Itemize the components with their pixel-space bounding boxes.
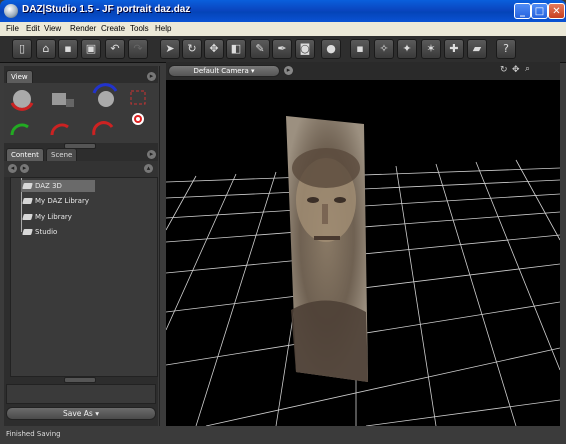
maximize-button[interactable]: □ <box>531 3 548 19</box>
orbit-view-icon[interactable] <box>92 83 118 107</box>
save-as-icon[interactable]: ▣ <box>81 39 101 59</box>
forward-arrow-icon[interactable]: ▸ <box>20 164 29 173</box>
menu-file[interactable]: File <box>6 24 19 33</box>
sphere-icon[interactable]: ● <box>321 39 341 59</box>
view-tab-row: View ▸ <box>4 70 158 83</box>
view-controls-svg <box>10 83 146 136</box>
undo-icon[interactable]: ↶ <box>105 39 125 59</box>
viewport-options-icon[interactable]: ▸ <box>284 66 293 75</box>
dolly-view-icon[interactable] <box>50 123 69 136</box>
camera-label: Default Camera <box>193 67 249 75</box>
menu-view[interactable]: View <box>44 24 61 33</box>
menu-bar: File Edit View Render Create Tools Help <box>0 22 566 36</box>
add-primitive-icon[interactable]: ▪ <box>350 39 370 59</box>
tab-content[interactable]: Content <box>6 148 44 161</box>
content-tab-row: Content Scene ▸ <box>4 148 158 161</box>
content-tree: DAZ 3D My DAZ Library My Library Studio <box>10 177 158 377</box>
scene-svg <box>166 116 560 426</box>
menu-tools[interactable]: Tools <box>130 24 149 33</box>
tree-item-studio[interactable]: Studio <box>21 226 57 238</box>
splitter-grip[interactable] <box>64 377 96 383</box>
tab-view[interactable]: View <box>6 70 33 83</box>
pan-icon[interactable]: ✥ <box>512 65 520 75</box>
status-text: Finished Saving <box>6 430 61 438</box>
chevron-down-icon: ▾ <box>95 409 99 418</box>
app-icon <box>4 4 18 18</box>
chevron-down-icon: ▾ <box>251 67 255 75</box>
tree-item-label: DAZ 3D <box>35 182 62 190</box>
folder-icon <box>22 214 33 220</box>
back-arrow-icon[interactable]: ◂ <box>8 164 17 173</box>
folder-icon <box>22 183 33 189</box>
frame-view-icon[interactable] <box>130 90 146 105</box>
target-view-icon[interactable] <box>132 113 144 125</box>
toolbar: ▯ ⌂ ▪ ▣ ↶ ↷ ➤ ↻ ✥ ◧ ✎ ✒ ◙ ● ▪ ✧ ✦ ✶ ✚ ▰ … <box>0 36 566 63</box>
scale-icon[interactable]: ◧ <box>226 39 246 59</box>
rotate-icon[interactable]: ↻ <box>182 39 202 59</box>
tab-scene[interactable]: Scene <box>46 148 78 161</box>
distant-light-icon[interactable]: ✶ <box>421 39 441 59</box>
camera-select[interactable]: Default Camera ▾ <box>168 65 280 77</box>
new-icon[interactable]: ▯ <box>12 39 32 59</box>
select-icon[interactable]: ➤ <box>160 39 180 59</box>
view-pane <box>4 83 158 143</box>
content-preview-area <box>6 384 156 404</box>
bones-icon[interactable]: ✒ <box>272 39 292 59</box>
open-icon[interactable]: ⌂ <box>36 39 56 59</box>
menu-help[interactable]: Help <box>155 24 171 33</box>
panel-options-icon[interactable]: ▸ <box>147 150 156 159</box>
3d-viewport[interactable] <box>166 80 560 426</box>
node-select-icon[interactable]: ✎ <box>250 39 270 59</box>
status-bar: Finished Saving <box>0 426 566 444</box>
spotlight-icon[interactable]: ✧ <box>374 39 394 59</box>
close-button[interactable]: ✕ <box>548 3 565 19</box>
minimize-button[interactable]: _ <box>514 3 531 19</box>
tree-item-my-daz-library[interactable]: My DAZ Library <box>21 195 89 207</box>
zoom-icon[interactable]: ⌕ <box>525 64 530 74</box>
save-as-label: Save As <box>63 409 93 418</box>
menu-edit[interactable]: Edit <box>26 24 40 33</box>
orbit-icon[interactable]: ↻ <box>500 65 508 75</box>
rotate-view-icon[interactable] <box>10 90 34 111</box>
tree-item-label: Studio <box>35 228 58 236</box>
tree-item-label: My DAZ Library <box>35 197 89 205</box>
point-light-icon[interactable]: ✦ <box>397 39 417 59</box>
panel-splitter[interactable] <box>159 66 166 426</box>
content-nav: ◂ ▸ ▴ <box>4 161 158 177</box>
folder-icon <box>22 198 33 204</box>
up-folder-icon[interactable]: ▴ <box>144 164 153 173</box>
help-icon[interactable]: ? <box>496 39 516 59</box>
zoom-view-icon[interactable] <box>10 123 29 136</box>
menu-create[interactable]: Create <box>101 24 125 33</box>
tree-item-daz3d[interactable]: DAZ 3D <box>21 180 95 192</box>
window-title: DAZ|Studio 1.5 - JF portrait daz.daz <box>22 4 191 15</box>
portrait-plane[interactable] <box>286 116 368 382</box>
save-as-button[interactable]: Save As ▾ <box>6 407 156 420</box>
tree-item-label: My Library <box>35 213 72 221</box>
camera-icon[interactable]: ▰ <box>467 39 487 59</box>
redo-icon[interactable]: ↷ <box>128 39 148 59</box>
render-icon[interactable]: ◙ <box>295 39 315 59</box>
left-panel: View ▸ Content Scene ▸ ◂ ▸ ▴ DAZ 3D My D… <box>4 66 158 426</box>
menu-render[interactable]: Render <box>70 24 96 33</box>
viewport-header: Default Camera ▾ ▸ ↻ ✥ ⌕ <box>166 62 560 80</box>
save-icon[interactable]: ▪ <box>58 39 78 59</box>
ambient-light-icon[interactable]: ✚ <box>444 39 464 59</box>
translate-icon[interactable]: ✥ <box>204 39 224 59</box>
roll-view-icon[interactable] <box>92 121 114 136</box>
title-bar: DAZ|Studio 1.5 - JF portrait daz.daz _ □… <box>0 0 566 22</box>
pan-view-icon[interactable] <box>52 93 74 107</box>
folder-icon <box>22 229 33 235</box>
panel-options-icon[interactable]: ▸ <box>147 72 156 81</box>
tree-item-my-library[interactable]: My Library <box>21 211 72 223</box>
